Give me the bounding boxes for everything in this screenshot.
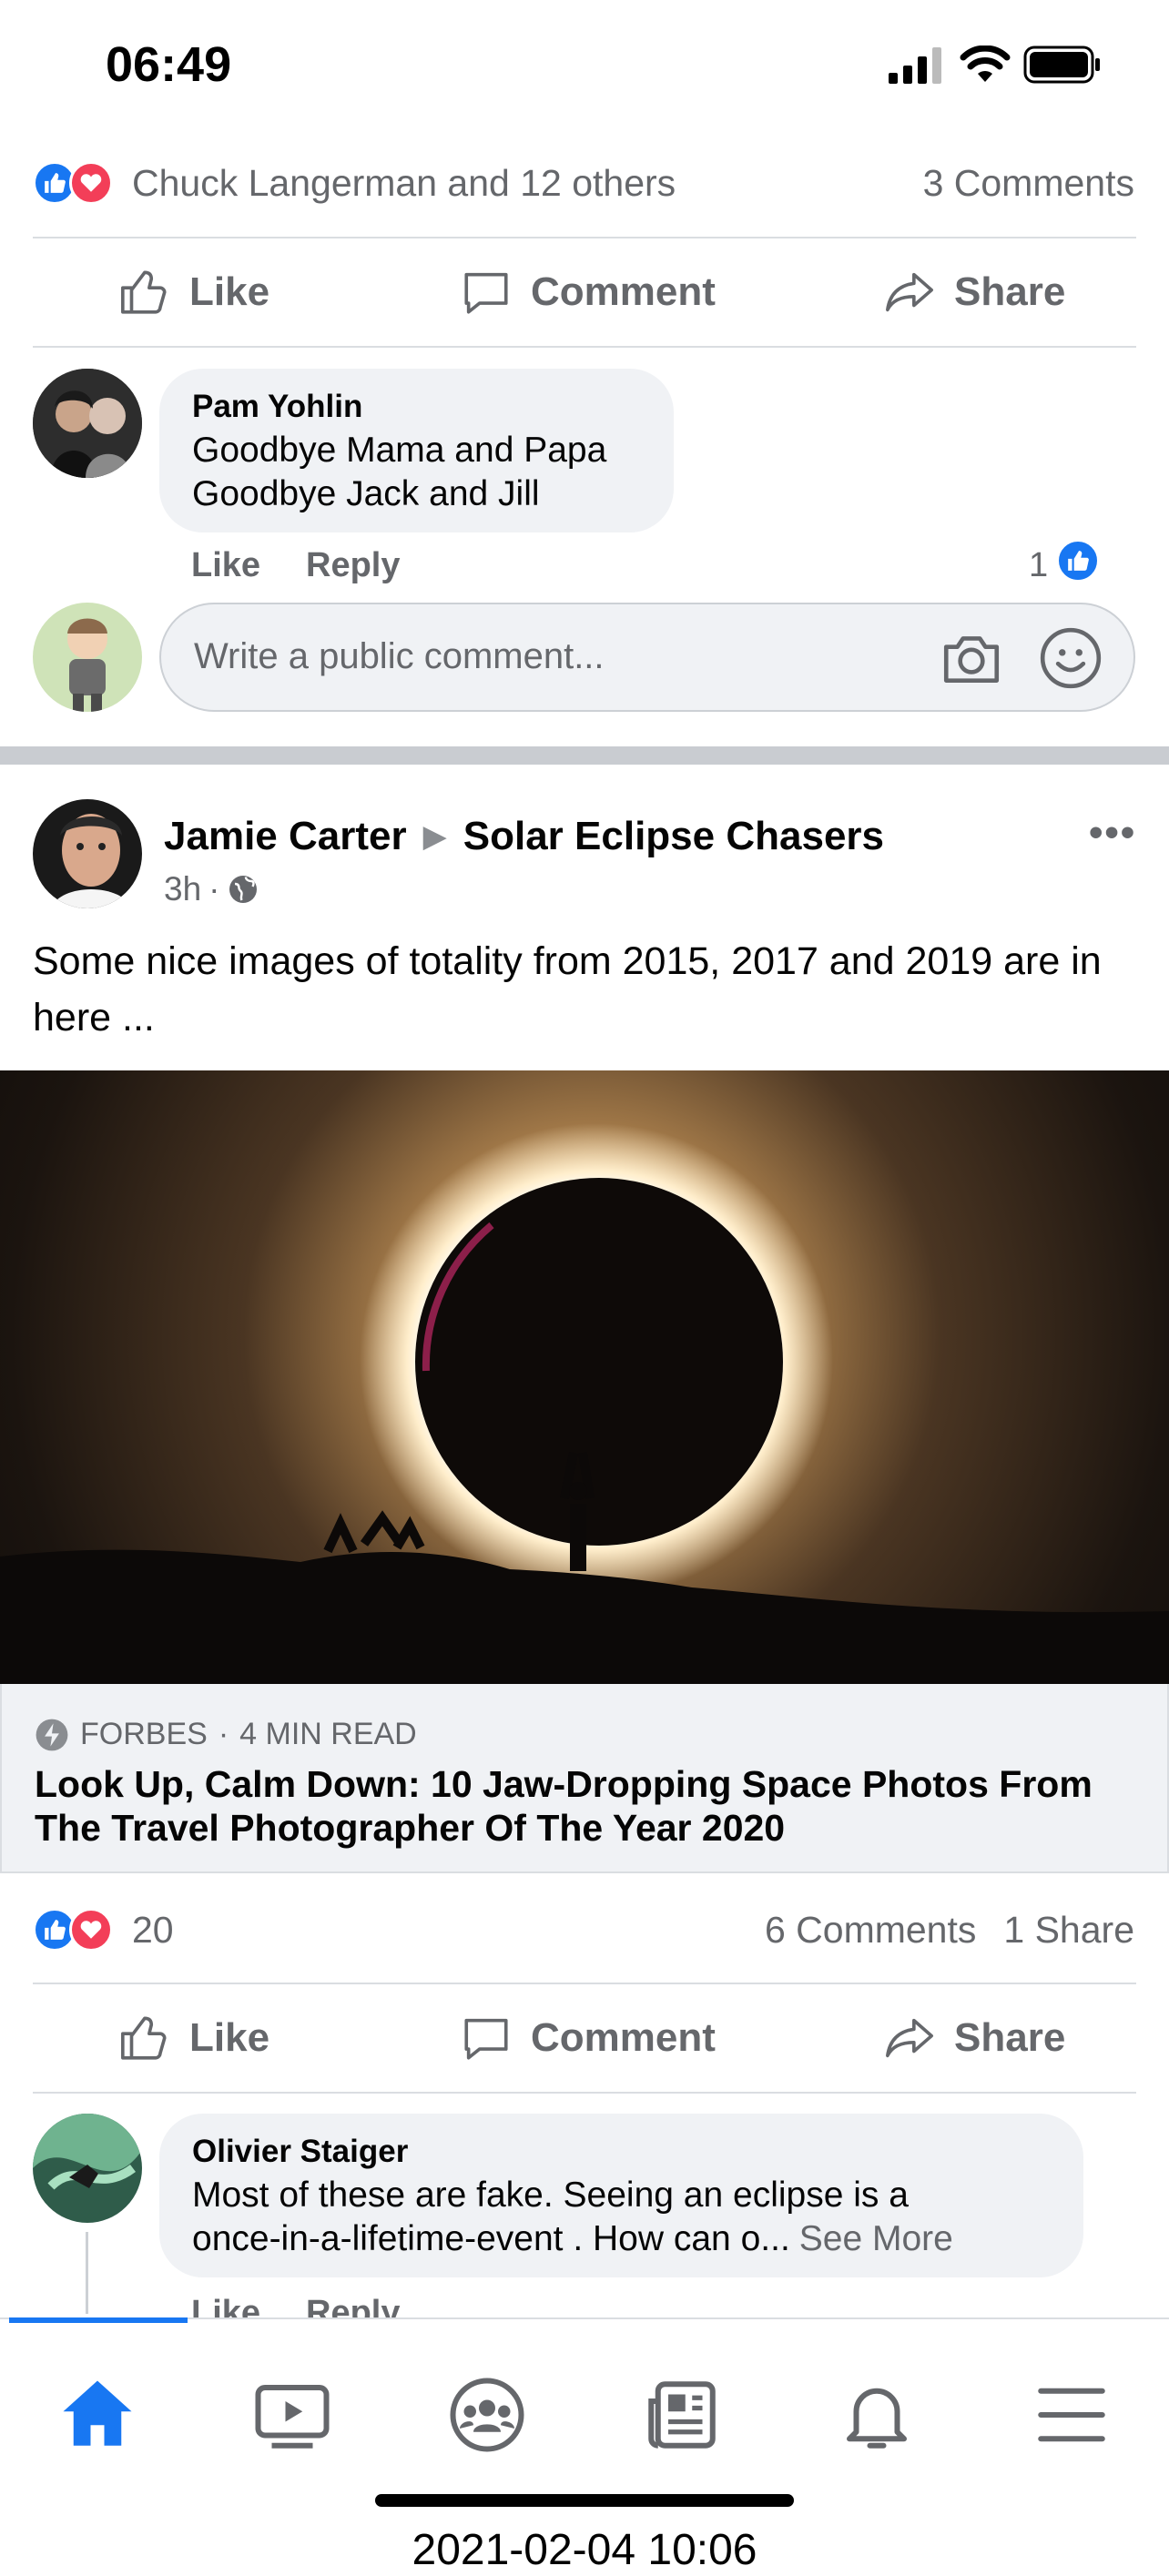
reaction-icons[interactable] [33,161,113,205]
comment-icon [464,2018,508,2060]
author-name[interactable]: Jamie Carter [164,814,407,859]
menu-icon[interactable] [1031,2374,1113,2456]
news-icon[interactable] [641,2374,723,2456]
cellular-signal-icon [889,47,941,84]
comment-button[interactable]: Comment [460,2012,716,2064]
comment-text-line1: Most of these are fake. Seeing an eclips… [192,2175,909,2215]
comment-reply-link[interactable]: Reply [306,546,400,585]
avatar[interactable] [33,369,142,478]
comment-like-count: 1 [1029,546,1049,584]
comment-text-line2-row: once-in-a-lifetime-event . How can o... … [192,2217,953,2261]
link-source-row: FORBES · 4 MIN READ [35,1717,417,1752]
comment-text-line2: once-in-a-lifetime-event . How can o... [192,2219,790,2258]
author-avatar[interactable] [33,799,142,908]
comment-text-line2: Goodbye Jack and Jill [192,474,540,513]
bottom-nav: 2021-02-04 10:06 [0,2317,1169,2576]
status-time: 06:49 [106,37,232,92]
group-name[interactable]: Solar Eclipse Chasers [463,814,884,859]
share-arrow-icon [886,2018,933,2058]
avatar[interactable] [33,2114,142,2223]
like-button[interactable]: Like [118,2012,269,2064]
active-tab-indicator [9,2317,188,2323]
share-label: Share [954,2015,1066,2060]
feed-separator [0,746,1169,765]
arrow-right-icon: ▶ [422,819,447,854]
instant-article-icon [36,1719,68,1750]
wifi-icon [960,46,1011,82]
post-stats: 6 Comments 1 Share [765,1909,1134,1952]
link-source: FORBES [80,1717,208,1751]
status-bar: 06:49 [0,0,1169,127]
shares-count[interactable]: 1 Share [1003,1909,1134,1952]
timestamp-overlay: 2021-02-04 10:06 [412,2526,757,2574]
home-icon[interactable] [56,2374,138,2456]
comment-author[interactable]: Pam Yohlin [192,389,362,425]
comment-like-link[interactable]: Like [191,2294,260,2319]
post-meta: 3h · [164,870,259,908]
reactions-text[interactable]: Chuck Langerman and 12 others [132,162,676,205]
watch-icon[interactable] [251,2374,333,2456]
see-more-link[interactable]: See More [799,2217,953,2261]
love-reaction-icon [69,161,113,205]
divider [33,346,1136,348]
divider [33,1983,1136,1984]
divider [33,237,1136,238]
comment-icon [464,272,508,314]
like-label: Like [189,269,270,314]
comment-label: Comment [531,269,716,314]
comment-label: Comment [531,2015,716,2060]
comment-button[interactable]: Comment [460,266,716,319]
like-reaction-icon [1056,539,1100,583]
groups-icon[interactable] [446,2374,528,2456]
home-indicator [375,2494,794,2507]
comment-author[interactable]: Olivier Staiger [192,2134,408,2170]
link-title[interactable]: Look Up, Calm Down: 10 Jaw-Dropping Spac… [35,1762,1141,1850]
post-header: Jamie Carter ▶ Solar Eclipse Chasers [164,814,884,859]
link-read-time: 4 MIN READ [239,1717,417,1751]
comment-input-placeholder: Write a public comment... [194,636,605,676]
comments-count[interactable]: 3 Comments [923,162,1134,205]
comment-input[interactable]: Write a public comment... [159,603,1135,712]
thumbs-up-icon [121,2016,167,2060]
like-label: Like [189,2015,270,2060]
share-label: Share [954,269,1066,314]
share-button[interactable]: Share [883,2012,1065,2064]
share-button[interactable]: Share [883,266,1065,319]
user-avatar[interactable] [33,603,142,712]
comment-reply-link[interactable]: Reply [306,2294,400,2319]
comment-bubble: Pam Yohlin Goodbye Mama and Papa Goodbye… [159,369,674,532]
comments-count[interactable]: 6 Comments [765,1909,976,1952]
globe-icon [229,876,258,903]
post-time[interactable]: 3h [164,870,201,908]
love-reaction-icon [69,1908,113,1952]
post-text: Some nice images of totality from 2015, … [33,939,1102,1040]
comment-actions-clipped: Like Reply [0,2294,1169,2319]
emoji-icon[interactable] [1037,624,1104,692]
notifications-icon[interactable] [836,2374,918,2456]
thumbs-up-icon [121,270,167,314]
reaction-icons[interactable] [33,1908,113,1952]
reaction-count[interactable]: 20 [132,1909,174,1952]
eclipse-photo[interactable] [0,1070,1169,1684]
more-options-icon[interactable]: ••• [1089,810,1136,856]
share-arrow-icon [886,272,933,312]
comment-bubble: Olivier Staiger Most of these are fake. … [159,2114,1083,2277]
comment-text-line1: Goodbye Mama and Papa [192,431,607,470]
battery-icon [1023,46,1100,84]
comment-like-link[interactable]: Like [191,546,260,585]
divider [33,2092,1136,2094]
link-preview[interactable]: FORBES · 4 MIN READ Look Up, Calm Down: … [0,1684,1169,1873]
like-button[interactable]: Like [118,266,269,319]
camera-icon[interactable] [938,624,1005,692]
